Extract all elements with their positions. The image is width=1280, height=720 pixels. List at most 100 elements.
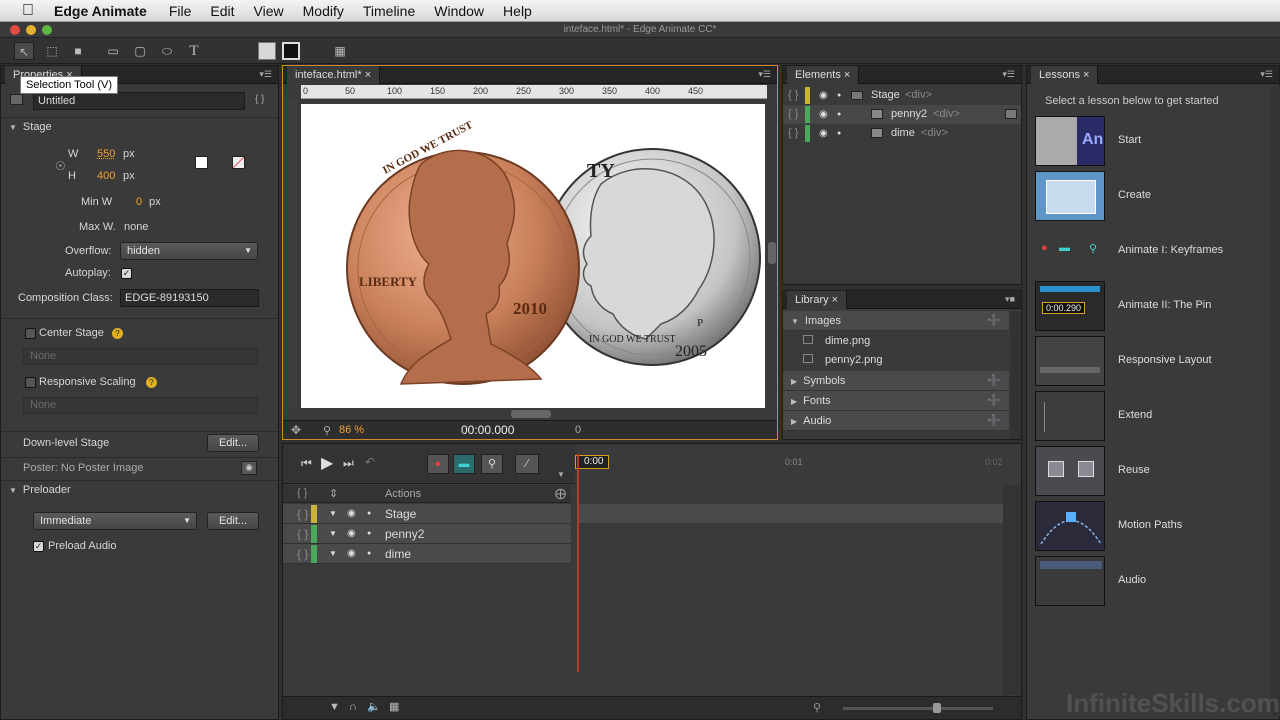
border-color-swatch[interactable] [282, 42, 300, 60]
element-row-stage[interactable]: { } ◉ ● Stage <div> [783, 86, 1021, 105]
code-braces-icon[interactable]: { } [297, 524, 308, 544]
preloader-edit-button[interactable]: Edit... [207, 512, 259, 530]
background-color-swatch[interactable] [195, 156, 208, 169]
selection-tool-icon[interactable]: ↖ [14, 42, 34, 60]
help-icon[interactable]: ? [146, 377, 157, 388]
height-value[interactable]: 400 [97, 170, 115, 182]
app-menu[interactable]: Edge Animate [54, 3, 147, 19]
lesson-responsive[interactable]: Responsive Layout [1035, 336, 1280, 388]
code-braces-icon[interactable]: { } [788, 86, 798, 105]
playhead-line[interactable] [577, 454, 579, 672]
panel-menu-icon[interactable]: ▾☰ [1260, 69, 1273, 80]
panel-menu-icon[interactable]: ▾■ [1005, 294, 1015, 305]
menu-modify[interactable]: Modify [303, 3, 344, 19]
element-options-icon[interactable] [1005, 109, 1017, 119]
eye-icon[interactable]: ◉ [347, 524, 356, 544]
lesson-keyframes[interactable]: ● ▬ ⚲ Animate I: Keyframes [1035, 226, 1280, 278]
size-link-icon[interactable]: ☉ [55, 159, 66, 173]
filter-icon[interactable]: ▼ [329, 701, 340, 713]
go-to-end-icon[interactable]: ⏭ [343, 456, 354, 471]
collapse-arrow-icon[interactable]: ▼ [329, 524, 337, 544]
responsive-scaling-checkbox[interactable] [25, 377, 36, 388]
menu-help[interactable]: Help [503, 3, 532, 19]
lock-dot-icon[interactable]: ● [367, 524, 371, 544]
zoom-slider[interactable] [843, 707, 993, 710]
panel-menu-icon[interactable]: ▾☰ [758, 69, 771, 80]
code-braces-icon[interactable]: { } [788, 124, 798, 143]
element-row-penny2[interactable]: { } ◉ ● penny2 <div> [783, 105, 1021, 124]
code-braces-icon[interactable]: { } [255, 94, 264, 105]
add-icon[interactable]: ➕ [987, 391, 1001, 411]
element-name-field[interactable]: Untitled [33, 92, 245, 110]
camera-icon[interactable]: ◉ [241, 461, 257, 475]
min-width-unit[interactable]: px [149, 196, 161, 208]
code-braces-icon[interactable]: { } [297, 544, 308, 564]
code-braces-icon[interactable]: { } [788, 105, 798, 124]
tab-library[interactable]: Library × [787, 291, 848, 309]
play-icon[interactable]: ▶ [321, 453, 333, 473]
snap-icon[interactable]: ∩ [349, 701, 357, 713]
lesson-pin[interactable]: 0:00.290 Animate II: The Pin [1035, 281, 1280, 333]
preloader-section-header[interactable]: ▼ Preloader [1, 480, 278, 500]
composition-class-field[interactable]: EDGE-89193150 [120, 289, 259, 307]
width-value[interactable]: 550 [97, 148, 115, 160]
menu-window[interactable]: Window [434, 3, 484, 19]
width-unit[interactable]: px [123, 148, 135, 160]
timeline-row-stage[interactable]: { } ▼ ◉ ● Stage [283, 504, 571, 524]
vertical-scrollbar[interactable] [767, 104, 777, 408]
add-icon[interactable]: ➕ [987, 311, 1001, 331]
library-section-audio[interactable]: ▶ Audio ➕ [783, 411, 1009, 431]
zoom-slider-thumb[interactable] [933, 703, 941, 713]
menu-timeline[interactable]: Timeline [363, 3, 415, 19]
lesson-extend[interactable]: Extend [1035, 391, 1280, 443]
transform-tool-icon[interactable]: ⬚ [42, 42, 62, 60]
eye-icon[interactable]: ◉ [819, 124, 828, 143]
lesson-create[interactable]: Create [1035, 171, 1280, 223]
menu-file[interactable]: File [169, 3, 192, 19]
lock-dot-icon[interactable]: ● [367, 504, 371, 524]
autoplay-checkbox[interactable]: ✓ [121, 268, 132, 279]
scroll-thumb[interactable] [768, 242, 776, 264]
center-stage-checkbox[interactable] [25, 328, 36, 339]
code-braces-icon[interactable]: { } [297, 487, 307, 499]
collapse-arrow-icon[interactable]: ▼ [557, 470, 565, 479]
height-unit[interactable]: px [123, 170, 135, 182]
sort-icon[interactable]: ⇕ [329, 487, 338, 500]
rounded-rectangle-tool-icon[interactable]: ▢ [130, 42, 150, 60]
code-braces-icon[interactable]: { } [297, 504, 308, 524]
lock-dot-icon[interactable]: ● [837, 124, 841, 143]
lock-dot-icon[interactable]: ● [367, 544, 371, 564]
library-item-penny2[interactable]: penny2.png [783, 351, 1009, 370]
stage-canvas[interactable]: TY IN GOD WE TRUST 2005 P IN GOD WE TRUS… [301, 104, 765, 408]
preload-audio-checkbox[interactable]: ✓ [33, 541, 44, 552]
lesson-reuse[interactable]: Reuse [1035, 446, 1280, 498]
go-to-start-icon[interactable]: ⏮ [301, 456, 312, 471]
audio-icon[interactable]: 🔈 [367, 700, 381, 713]
stage-section-header[interactable]: ▼ Stage [1, 117, 278, 137]
playhead-time[interactable]: 0:00 [575, 455, 609, 469]
add-icon[interactable]: ➕ [987, 371, 1001, 391]
horizontal-scrollbar[interactable] [301, 408, 767, 420]
eye-icon[interactable]: ◉ [347, 544, 356, 564]
current-time[interactable]: 00:00.000 [461, 423, 514, 437]
downlevel-edit-button[interactable]: Edit... [207, 434, 259, 452]
lesson-start[interactable]: An Start [1035, 116, 1280, 168]
tab-lessons[interactable]: Lessons × [1031, 66, 1099, 84]
timeline-row-penny2[interactable]: { } ▼ ◉ ● penny2 [283, 524, 571, 544]
rectangle-tool-icon[interactable]: ▭ [103, 42, 123, 60]
eye-icon[interactable]: ◉ [819, 105, 828, 124]
time-ruler[interactable]: 0:00 0:01 0:02 [575, 444, 1021, 484]
library-item-dime[interactable]: dime.png [783, 332, 1009, 351]
zoom-window-icon[interactable] [42, 25, 52, 35]
pin-icon[interactable]: ⚲ [481, 454, 503, 474]
easing-icon[interactable]: ∕ [515, 454, 539, 474]
collapse-arrow-icon[interactable]: ▼ [329, 544, 337, 564]
scroll-thumb[interactable] [511, 410, 551, 418]
apple-icon[interactable]:  [22, 2, 40, 19]
overflow-dropdown[interactable]: hidden ▼ [120, 242, 258, 260]
library-scrollbar[interactable] [1010, 311, 1021, 439]
eye-icon[interactable]: ◉ [819, 86, 828, 105]
timeline-scrollbar[interactable] [1003, 485, 1021, 695]
move-icon[interactable]: ✥ [291, 423, 301, 437]
minimize-window-icon[interactable] [26, 25, 36, 35]
